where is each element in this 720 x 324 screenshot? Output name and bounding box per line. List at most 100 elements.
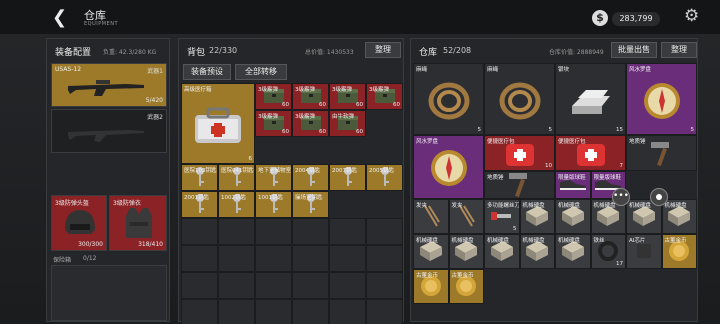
- item-cell[interactable]: 1002钥匙: [218, 191, 255, 218]
- item-name: 限量版球鞋: [593, 175, 622, 181]
- item-quantity: 5: [690, 127, 695, 133]
- empty-slot[interactable]: [292, 299, 329, 324]
- empty-slot[interactable]: [366, 272, 403, 299]
- empty-slot[interactable]: [218, 218, 255, 245]
- item-name: 2001钥匙: [184, 195, 209, 201]
- item-cell[interactable]: 2001钥匙: [181, 191, 218, 218]
- empty-slot[interactable]: [181, 299, 218, 324]
- item-cell[interactable]: 风水罗盘: [413, 135, 484, 199]
- empty-slot[interactable]: [329, 272, 366, 299]
- item-cell[interactable]: 便捷医疗包 7: [555, 135, 626, 171]
- item-cell[interactable]: 2005钥匙: [366, 164, 403, 191]
- item-cell[interactable]: 发夹: [448, 199, 484, 234]
- item-cell[interactable]: 便捷医疗包 10: [484, 135, 555, 171]
- item-cell[interactable]: 2004钥匙: [292, 164, 329, 191]
- item-cell[interactable]: 古董金币: [448, 269, 484, 304]
- item-cell[interactable]: 机械硬盘: [413, 234, 449, 269]
- vest-slot[interactable]: 3级防弹衣 318/410: [109, 195, 167, 251]
- item-name: 机械硬盘: [629, 203, 652, 209]
- item-name: 地质锤: [629, 139, 646, 145]
- item-cell[interactable]: 限量版球鞋: [555, 171, 591, 199]
- item-cell[interactable]: 地质锤: [626, 135, 697, 171]
- back-arrow-icon[interactable]: ❮: [52, 8, 72, 28]
- empty-slot[interactable]: [366, 218, 403, 245]
- safebox-slots[interactable]: [51, 265, 167, 321]
- empty-slot[interactable]: [218, 299, 255, 324]
- empty-slot[interactable]: [329, 299, 366, 324]
- item-cell[interactable]: 2007钥匙: [329, 164, 366, 191]
- empty-slot[interactable]: [292, 245, 329, 272]
- top-bar: ❮ 仓库 EQUIPMENT $ 283,799 ⚙: [0, 0, 720, 34]
- item-cell[interactable]: 多功能螺丝刀 5: [484, 199, 520, 234]
- target-icon[interactable]: [650, 188, 668, 206]
- item-cell[interactable]: 铁丝 17: [590, 234, 626, 269]
- item-cell[interactable]: 地质锤: [484, 171, 555, 199]
- item-cell[interactable]: 机械硬盘: [519, 234, 555, 269]
- empty-slot[interactable]: [181, 245, 218, 272]
- item-cell[interactable]: 医院103钥匙: [181, 164, 218, 191]
- empty-slot[interactable]: [292, 218, 329, 245]
- item-cell[interactable]: 机械硬盘: [484, 234, 520, 269]
- item-cell[interactable]: 风水罗盘 5: [626, 63, 697, 135]
- item-name: 机械硬盘: [593, 203, 616, 209]
- item-cell[interactable]: 3级霰弹 60: [255, 83, 292, 110]
- item-cell[interactable]: 机械硬盘: [661, 199, 697, 234]
- empty-slot[interactable]: [218, 245, 255, 272]
- warehouse-value: 仓库价值: 2888949: [549, 49, 604, 56]
- item-cell[interactable]: 3级霰弹 60: [255, 110, 292, 137]
- item-cell[interactable]: 机械硬盘: [448, 234, 484, 269]
- weapon-slot-1[interactable]: USAS-12 武器1 5/420: [51, 63, 167, 107]
- empty-slot[interactable]: [255, 299, 292, 324]
- item-cell[interactable]: 发夹: [413, 199, 449, 234]
- helmet-slot[interactable]: 3级防弹头盔 300/300: [51, 195, 107, 251]
- empty-slot[interactable]: [255, 218, 292, 245]
- item-cell[interactable]: 操场室钥匙: [292, 191, 329, 218]
- weapon-slot-2[interactable]: 武器2: [51, 109, 167, 153]
- empty-slot[interactable]: [181, 272, 218, 299]
- backpack-count: 22/330: [209, 46, 238, 55]
- item-name: 机械硬盘: [522, 203, 545, 209]
- item-cell[interactable]: 麻绳 5: [484, 63, 555, 135]
- compass-icon: [429, 148, 469, 192]
- empty-slot[interactable]: [366, 245, 403, 272]
- gear-icon[interactable]: ⚙: [684, 6, 699, 26]
- item-name: 便捷医疗包: [558, 139, 586, 145]
- empty-slot[interactable]: [181, 218, 218, 245]
- item-name: 2004钥匙: [295, 168, 320, 174]
- item-cell[interactable]: 古董金币: [413, 269, 449, 304]
- item-name: 医院103钥匙: [184, 168, 217, 174]
- empty-slot[interactable]: [218, 272, 255, 299]
- item-quantity: 15: [616, 127, 623, 133]
- item-cell[interactable]: 高级医疗箱 6: [181, 83, 255, 164]
- empty-slot[interactable]: [329, 245, 366, 272]
- warehouse-sort-button[interactable]: 整理: [661, 42, 697, 58]
- item-cell[interactable]: 3级霰弹 60: [292, 83, 329, 110]
- item-cell[interactable]: 3级霰弹 60: [292, 110, 329, 137]
- item-cell[interactable]: 1001钥匙: [255, 191, 292, 218]
- empty-slot[interactable]: [255, 272, 292, 299]
- transfer-all-button[interactable]: 全部转移: [235, 64, 287, 80]
- item-cell[interactable]: 麻绳 5: [413, 63, 484, 135]
- item-cell[interactable]: 由牛软弹 60: [329, 110, 366, 137]
- item-cell[interactable]: 机械硬盘: [555, 234, 591, 269]
- item-cell[interactable]: 医院041钥匙: [218, 164, 255, 191]
- vest-icon: [126, 208, 152, 238]
- item-cell[interactable]: 3级霰弹 60: [329, 83, 366, 110]
- empty-slot[interactable]: [255, 245, 292, 272]
- item-cell[interactable]: 地下室储物室钥匙: [255, 164, 292, 191]
- item-name: 银块: [558, 67, 570, 73]
- item-cell[interactable]: 古董金币: [661, 234, 697, 269]
- item-name: 麻绳: [416, 67, 428, 73]
- item-cell[interactable]: 机械硬盘: [555, 199, 591, 234]
- item-cell[interactable]: 机械硬盘: [519, 199, 555, 234]
- empty-slot[interactable]: [366, 299, 403, 324]
- preset-button[interactable]: 装备预设: [183, 64, 231, 80]
- more-options-icon[interactable]: •••: [612, 188, 630, 206]
- empty-slot[interactable]: [292, 272, 329, 299]
- item-cell[interactable]: 3级霰弹 60: [366, 83, 403, 110]
- bulk-sell-button[interactable]: 批量出售: [611, 42, 657, 58]
- item-cell[interactable]: AI芯片: [626, 234, 662, 269]
- item-cell[interactable]: 银块 15: [555, 63, 626, 135]
- empty-slot[interactable]: [329, 218, 366, 245]
- backpack-sort-button[interactable]: 整理: [365, 42, 401, 58]
